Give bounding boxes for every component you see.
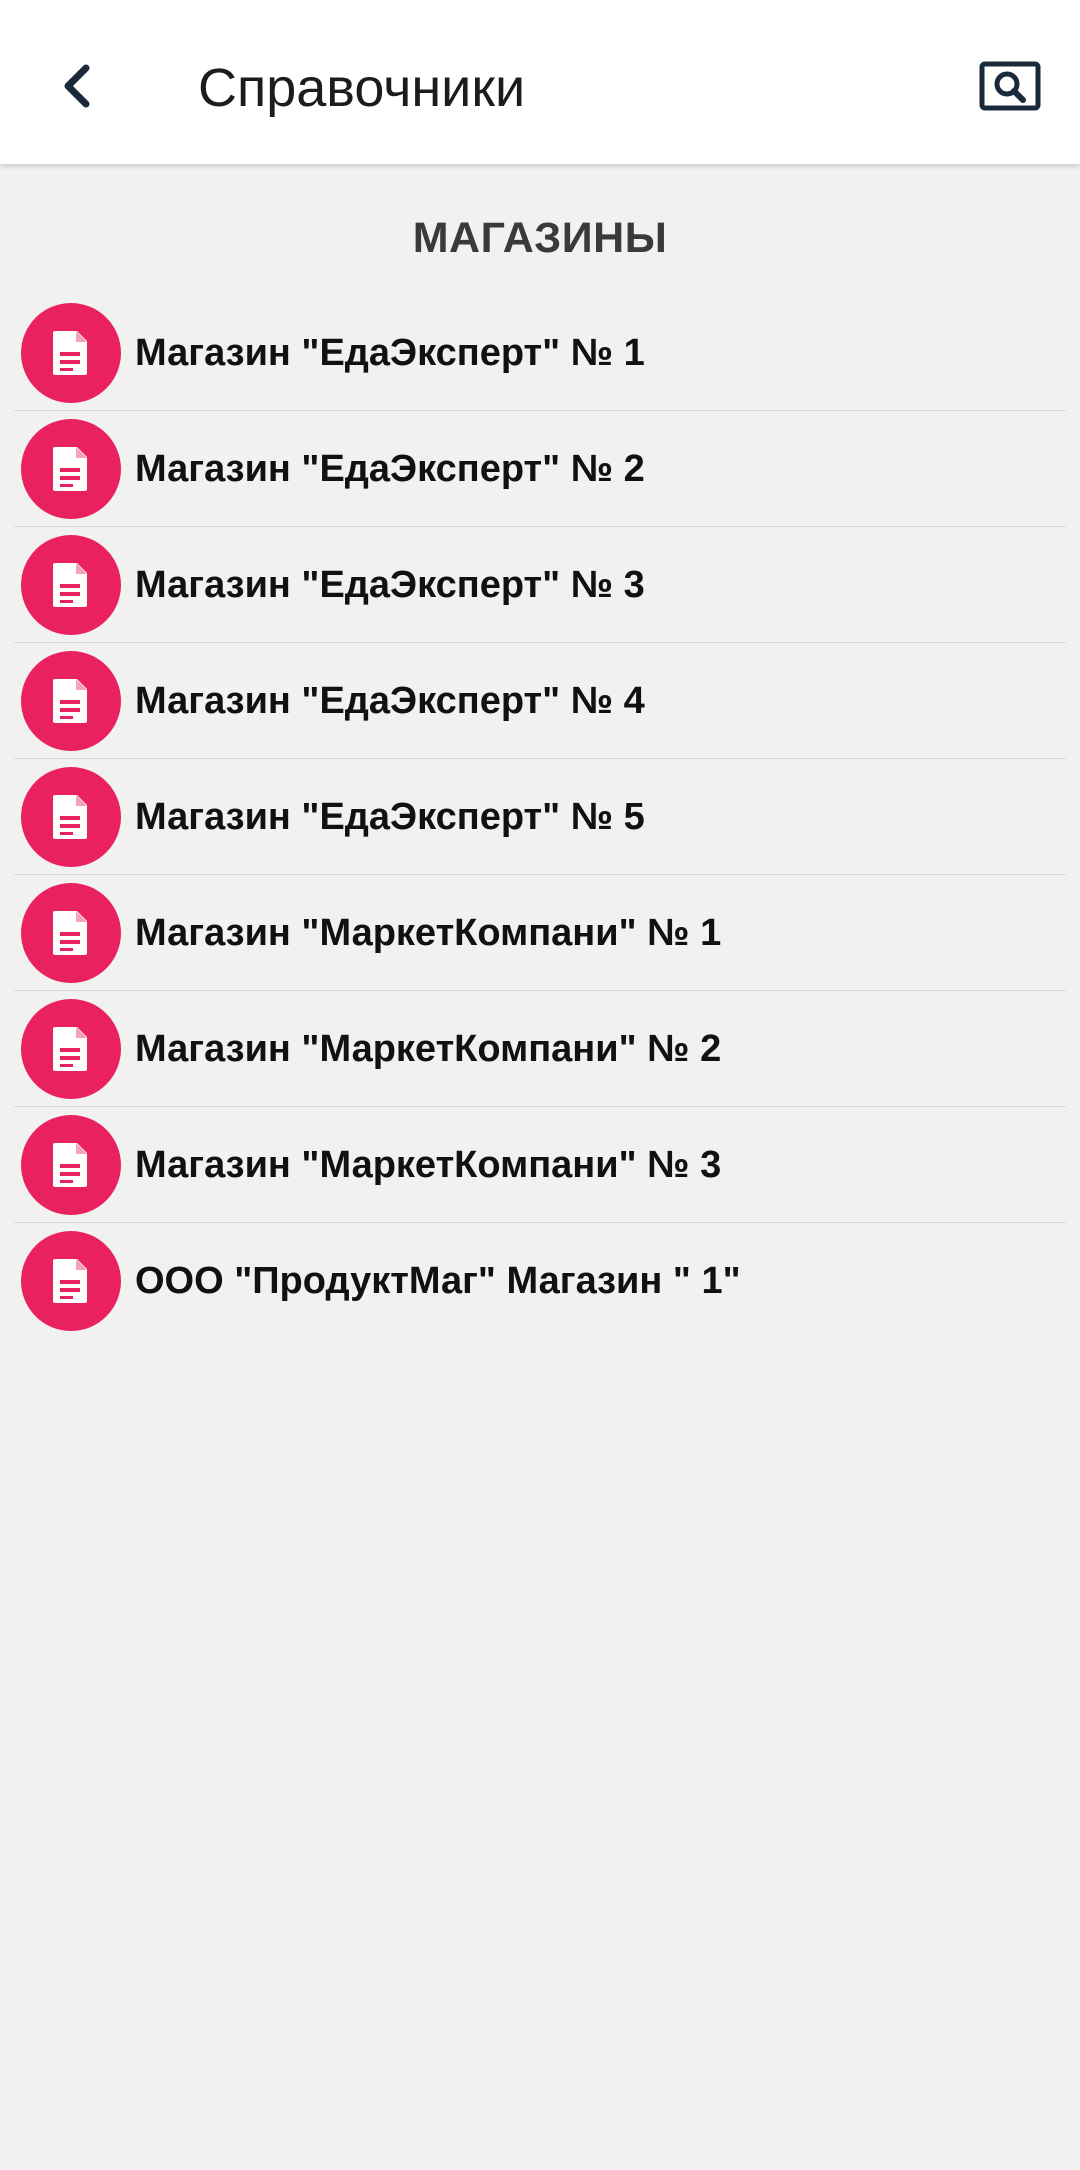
document-icon — [21, 650, 121, 751]
list-item[interactable]: Магазин "МаркетКомпани" № 2 — [14, 991, 1066, 1107]
document-icon — [21, 766, 121, 867]
document-icon — [21, 534, 121, 635]
list-item-label: ООО "ПродуктМаг" Магазин " 1" — [135, 1260, 741, 1302]
search-button[interactable] — [970, 52, 1050, 120]
list-item[interactable]: Магазин "МаркетКомпани" № 1 — [14, 875, 1066, 991]
list-item-label: Магазин "МаркетКомпани" № 2 — [135, 1027, 722, 1070]
list-item-label: Магазин "ЕдаЭксперт" № 3 — [135, 563, 645, 606]
list-item[interactable]: Магазин "ЕдаЭксперт" № 5 — [14, 759, 1066, 875]
app-bar: Справочники — [0, 0, 1080, 164]
stores-list: Магазин "ЕдаЭксперт" № 1 Магазин "ЕдаЭкс… — [14, 295, 1066, 1339]
list-item-label: Магазин "МаркетКомпани" № 3 — [135, 1143, 722, 1186]
search-icon — [979, 61, 1041, 111]
document-icon — [21, 302, 121, 403]
list-item[interactable]: Магазин "ЕдаЭксперт" № 1 — [14, 295, 1066, 411]
list-item[interactable]: Магазин "ЕдаЭксперт" № 3 — [14, 527, 1066, 643]
list-item[interactable]: Магазин "ЕдаЭксперт" № 4 — [14, 643, 1066, 759]
list-item[interactable]: ООО "ПродуктМаг" Магазин " 1" — [14, 1223, 1066, 1339]
document-icon — [21, 1114, 121, 1215]
list-item-label: Магазин "ЕдаЭксперт" № 4 — [135, 679, 645, 722]
list-item[interactable]: Магазин "ЕдаЭксперт" № 2 — [14, 411, 1066, 527]
list-item-label: Магазин "ЕдаЭксперт" № 2 — [135, 447, 645, 490]
list-item-label: Магазин "ЕдаЭксперт" № 5 — [135, 795, 645, 838]
list-item[interactable]: Магазин "МаркетКомпани" № 3 — [14, 1107, 1066, 1223]
list-item-label: Магазин "МаркетКомпани" № 1 — [135, 911, 722, 954]
page-title: Справочники — [198, 58, 526, 118]
document-icon — [21, 882, 121, 983]
document-icon — [21, 418, 121, 519]
document-icon — [21, 1231, 121, 1331]
section-title: МАГАЗИНЫ — [412, 214, 668, 262]
back-button[interactable] — [38, 46, 118, 126]
chevron-left-icon — [64, 64, 90, 108]
list-item-label: Магазин "ЕдаЭксперт" № 1 — [135, 331, 645, 374]
document-icon — [21, 998, 121, 1099]
